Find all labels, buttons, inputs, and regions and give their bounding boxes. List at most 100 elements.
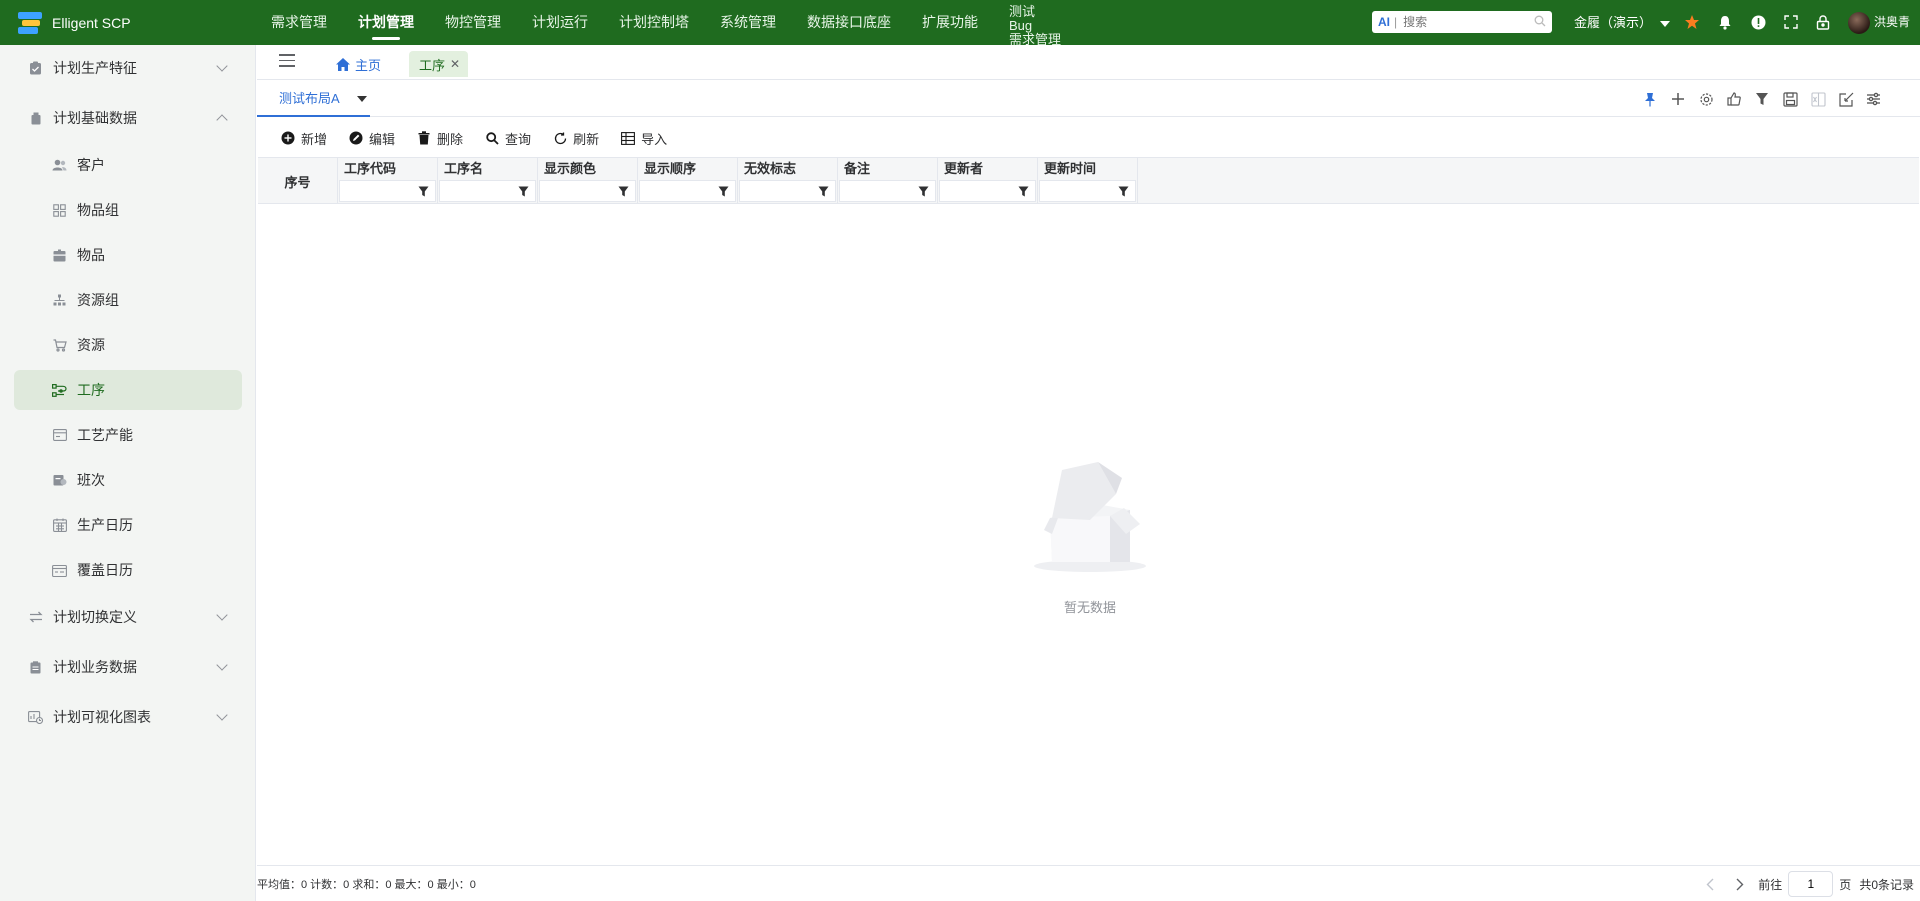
shift-icon [52,473,67,488]
nav-test-bug-demand[interactable]: 测试 Bug 需求管理 [1009,3,1061,47]
column-header-label: 更新者 [944,161,984,176]
nav-demand[interactable]: 需求管理 [271,0,327,45]
filter-icon[interactable] [618,186,629,197]
edit-export-icon[interactable] [1837,90,1855,108]
sidebar-group-label: 计划基础数据 [53,110,137,126]
pin-icon[interactable] [1641,90,1659,108]
nav-data-interface[interactable]: 数据接口底座 [807,0,891,45]
column-remark[interactable]: 备注 [838,158,938,204]
layout-dropdown-icon[interactable] [357,96,367,102]
page-number-input[interactable] [1788,871,1834,897]
column-filter[interactable] [639,180,736,202]
filter-icon[interactable] [1753,90,1771,108]
sidebar-item-resource[interactable]: 资源 [14,325,242,365]
nav-material-control[interactable]: 物控管理 [445,0,501,45]
column-filter[interactable] [1039,180,1136,202]
chevron-down-icon [1660,20,1671,27]
tab-process[interactable]: 工序 ✕ [409,51,469,77]
filter-icon[interactable] [818,186,829,197]
column-display-color[interactable]: 显示颜色 [538,158,638,204]
search-icon[interactable] [1534,15,1546,30]
column-header-label: 显示颜色 [544,161,597,176]
fullscreen-icon[interactable] [1781,12,1801,32]
column-updated-by[interactable]: 更新者 [938,158,1038,204]
nav-plan[interactable]: 计划管理 [358,0,414,45]
next-page-icon[interactable] [1728,872,1752,896]
column-filter[interactable] [339,180,436,202]
sidebar-item-cover-calendar[interactable]: 覆盖日历 [14,550,242,590]
filter-icon[interactable] [418,186,429,197]
like-icon[interactable] [1725,90,1743,108]
sidebar-item-process[interactable]: 工序 [14,370,242,410]
settings-icon[interactable] [1697,90,1715,108]
query-button[interactable]: 查询 [485,129,531,148]
nav-control-tower[interactable]: 计划控制塔 [619,0,689,45]
close-icon[interactable]: ✕ [450,57,460,71]
sidebar-item-item[interactable]: 物品 [14,235,242,275]
alert-icon[interactable] [1748,12,1768,32]
sidebar-group-production-features[interactable]: 计划生产特征 [0,48,256,88]
sidebar-item-customer[interactable]: 客户 [14,145,242,185]
export-excel-icon[interactable] [1809,90,1827,108]
column-filter[interactable] [939,180,1036,202]
plus-icon[interactable] [1669,90,1687,108]
delete-button[interactable]: 删除 [417,129,463,148]
username[interactable]: 洪奥青 [1874,0,1910,45]
add-button[interactable]: 新增 [281,129,327,148]
sidebar-group-business-data[interactable]: 计划业务数据 [0,647,256,687]
nav-system[interactable]: 系统管理 [720,0,776,45]
sliders-icon[interactable] [1864,90,1882,108]
refresh-button[interactable]: 刷新 [553,129,599,148]
filter-icon[interactable] [718,186,729,197]
chevron-up-icon [216,114,228,126]
tab-home[interactable]: 主页 [335,54,381,74]
tenant-selector[interactable]: 金履（演示） [1574,0,1671,45]
filter-icon[interactable] [1018,186,1029,197]
nav-extensions[interactable]: 扩展功能 [922,0,978,45]
sidebar-group-basic-data[interactable]: 计划基础数据 [0,98,256,138]
sidebar-group-visual-charts[interactable]: 计划可视化图表 [0,697,256,737]
column-invalid-flag[interactable]: 无效标志 [738,158,838,204]
sidebar-item-item-group[interactable]: 物品组 [14,190,242,230]
layout-tab[interactable]: 测试布局A [257,80,370,117]
ai-icon[interactable]: AI [1378,15,1390,29]
nav-plan-run[interactable]: 计划运行 [532,0,588,45]
filter-icon[interactable] [918,186,929,197]
star-icon[interactable] [1682,12,1702,32]
column-process-name[interactable]: 工序名 [438,158,538,204]
column-filter[interactable] [539,180,636,202]
column-process-code[interactable]: 工序代码 [338,158,438,204]
chevron-down-icon [216,609,228,621]
refresh-icon [553,131,567,145]
stack-icon [28,111,43,126]
sidebar-group-switch-definition[interactable]: 计划切换定义 [0,597,256,637]
import-button[interactable]: 导入 [621,129,667,148]
column-header-seq: 序号 [258,158,338,204]
column-header-label: 工序代码 [344,161,397,176]
column-updated-time[interactable]: 更新时间 [1038,158,1138,204]
filter-icon[interactable] [1118,186,1129,197]
avatar[interactable] [1848,12,1870,34]
global-search[interactable]: AI | [1372,11,1552,33]
sidebar-item-production-calendar[interactable]: 生产日历 [14,505,242,545]
logo[interactable]: Elligent SCP [0,0,255,45]
sidebar-item-label: 工艺产能 [77,427,133,443]
sidebar-item-process-capacity[interactable]: 工艺产能 [14,415,242,455]
sidebar-item-shift[interactable]: 班次 [14,460,242,500]
column-filter[interactable] [739,180,836,202]
edit-button[interactable]: 编辑 [349,129,395,148]
menu-toggle-icon[interactable] [279,54,295,68]
bell-icon[interactable] [1715,12,1735,32]
save-layout-icon[interactable] [1781,90,1799,108]
prev-page-icon[interactable] [1698,872,1722,896]
chevron-down-icon [216,659,228,671]
nav-multi-line1: 测试 [1009,3,1036,19]
sidebar-item-label: 资源组 [77,292,119,308]
column-display-order[interactable]: 显示顺序 [638,158,738,204]
filter-icon[interactable] [518,186,529,197]
lock-icon[interactable] [1813,12,1833,32]
column-filter[interactable] [439,180,536,202]
column-filter[interactable] [839,180,936,202]
sidebar-item-resource-group[interactable]: 资源组 [14,280,242,320]
search-input[interactable] [1403,15,1524,29]
